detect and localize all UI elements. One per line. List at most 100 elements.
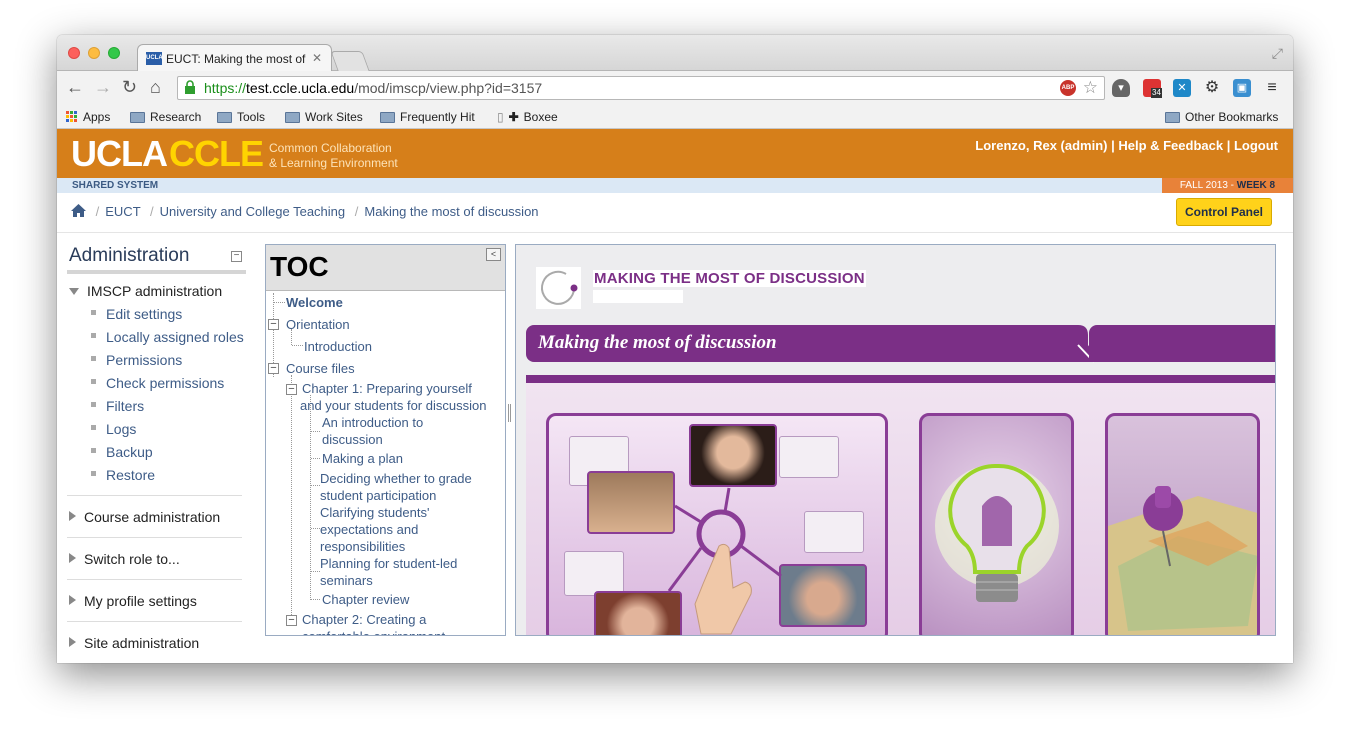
- adblock-icon[interactable]: ABP: [1060, 80, 1076, 96]
- collapsed-arrow-icon: [69, 637, 76, 647]
- admin-locally-assigned-roles[interactable]: Locally assigned roles: [91, 329, 244, 345]
- term-badge: FALL 2013 - WEEK 8: [1162, 178, 1293, 193]
- admin-backup[interactable]: Backup: [91, 444, 153, 460]
- browser-toolbar: ← → ↻ ⌂ https://test.ccle.ucla.edu/mod/i…: [57, 71, 1293, 105]
- bookmark-apps[interactable]: Apps: [66, 110, 110, 124]
- discussion-logo-icon: [536, 267, 581, 309]
- folder-icon: [1165, 111, 1180, 123]
- fullscreen-icon[interactable]: ⤢: [1272, 45, 1283, 62]
- bookmark-tools[interactable]: Tools: [217, 110, 265, 124]
- toc-welcome[interactable]: Welcome: [286, 294, 343, 311]
- folder-icon: [130, 111, 145, 123]
- lightbulb-illustration: [919, 413, 1074, 635]
- site-administration-node[interactable]: Site administration: [69, 635, 199, 651]
- bookmark-other[interactable]: Other Bookmarks: [1165, 110, 1278, 124]
- divider: [57, 232, 1293, 233]
- map-pin-illustration: [1105, 413, 1260, 635]
- divider: [67, 537, 242, 538]
- screenshot-extension-icon[interactable]: ▣: [1233, 79, 1251, 97]
- toc-course-files[interactable]: Course files: [286, 360, 355, 377]
- collapse-block-icon[interactable]: −: [231, 251, 242, 262]
- browser-tab[interactable]: UCLA EUCT: Making the most of ✕: [137, 44, 332, 72]
- toc-chapter-1[interactable]: Chapter 1: Preparing yourself and your st…: [300, 380, 486, 414]
- admin-check-permissions[interactable]: Check permissions: [91, 375, 224, 391]
- divider: [67, 495, 242, 496]
- toc-item-making-a-plan[interactable]: Making a plan: [322, 450, 403, 467]
- module-header: MAKING THE MOST OF DISCUSSION: [593, 270, 866, 287]
- banner-title: Making the most of discussion: [538, 332, 777, 353]
- new-tab-button[interactable]: [330, 51, 370, 71]
- back-button[interactable]: ←: [66, 77, 84, 98]
- divider: [67, 621, 242, 622]
- home-button[interactable]: ⌂: [150, 77, 161, 98]
- collapse-node-icon[interactable]: −: [286, 384, 297, 395]
- toc-title: TOC: [270, 251, 329, 282]
- extension-badge-icon[interactable]: 34: [1143, 79, 1162, 98]
- collapse-node-icon[interactable]: −: [286, 615, 297, 626]
- collapse-node-icon[interactable]: −: [268, 319, 279, 330]
- toc-item-planning-seminars[interactable]: Planning for student-led seminars: [320, 555, 457, 589]
- admin-filters[interactable]: Filters: [91, 398, 144, 414]
- toc-item-deciding-grade[interactable]: Deciding whether to grade student partici…: [320, 470, 472, 504]
- toc-item-chapter-review[interactable]: Chapter review: [322, 591, 409, 608]
- bookmark-work-sites[interactable]: Work Sites: [285, 110, 363, 124]
- gear-icon[interactable]: ⚙: [1203, 79, 1221, 97]
- purple-stripe: [526, 375, 1275, 383]
- address-bar[interactable]: https://test.ccle.ucla.edu/mod/imscp/vie…: [177, 76, 1105, 100]
- panel-resize-handle[interactable]: [508, 404, 511, 422]
- control-panel-button[interactable]: Control Panel: [1176, 198, 1272, 226]
- bookmark-frequently-hit[interactable]: Frequently Hit: [380, 110, 475, 124]
- toc-chapter-2[interactable]: Chapter 2: Creating acomfortable environ…: [302, 611, 445, 635]
- admin-permissions[interactable]: Permissions: [91, 352, 182, 368]
- user-links[interactable]: Lorenzo, Rex (admin) | Help & Feedback |…: [975, 138, 1278, 153]
- minimize-window-button[interactable]: [88, 47, 100, 59]
- imscp-administration-node[interactable]: IMSCP administration: [69, 283, 222, 299]
- header-underbar: [593, 290, 683, 303]
- breadcrumb: / EUCT / University and College Teaching /…: [71, 204, 539, 219]
- breadcrumb-course[interactable]: University and College Teaching: [160, 204, 345, 219]
- tab-close-icon[interactable]: ✕: [312, 51, 322, 65]
- folder-icon: [217, 111, 232, 123]
- logo-ccle[interactable]: CCLE: [169, 133, 264, 175]
- tab-strip: UCLA EUCT: Making the most of ✕ ⤢: [57, 35, 1293, 72]
- zoom-window-button[interactable]: [108, 47, 120, 59]
- bookmark-star-icon[interactable]: ☆: [1083, 78, 1098, 98]
- divider: [67, 270, 246, 274]
- page-icon: ▯: [497, 110, 504, 124]
- course-administration-node[interactable]: Course administration: [69, 509, 220, 525]
- lightbulb-icon: [935, 463, 1059, 602]
- breadcrumb-euct[interactable]: EUCT: [105, 204, 140, 219]
- administration-title: Administration: [69, 245, 190, 266]
- breadcrumb-page[interactable]: Making the most of discussion: [364, 204, 538, 219]
- title-banner: Making the most of discussion: [526, 325, 1078, 362]
- admin-edit-settings[interactable]: Edit settings: [91, 306, 182, 322]
- toc-introduction[interactable]: Introduction: [304, 338, 372, 355]
- toc-item-introduction-to-discussion[interactable]: An introduction to discussion: [322, 414, 423, 448]
- ucla-favicon-icon: UCLA: [146, 52, 163, 65]
- map-pin-icon: [1108, 486, 1257, 635]
- folder-icon: [380, 111, 395, 123]
- collapse-toc-icon[interactable]: <: [486, 248, 501, 261]
- admin-logs[interactable]: Logs: [91, 421, 136, 437]
- switch-role-node[interactable]: Switch role to...: [69, 551, 180, 567]
- web-page: UCLA CCLE Common Collaboration & Learning…: [57, 129, 1293, 663]
- secondary-banner: [1089, 325, 1275, 362]
- logo-ucla[interactable]: UCLA: [71, 133, 168, 175]
- toc-orientation[interactable]: Orientation: [286, 316, 350, 333]
- admin-restore[interactable]: Restore: [91, 467, 155, 483]
- close-window-button[interactable]: [68, 47, 80, 59]
- divider: [67, 579, 242, 580]
- forward-button[interactable]: →: [94, 77, 112, 98]
- my-profile-settings-node[interactable]: My profile settings: [69, 593, 197, 609]
- home-icon[interactable]: [71, 204, 86, 217]
- menu-icon[interactable]: ≡: [1263, 79, 1281, 97]
- pocket-icon[interactable]: ▾: [1112, 79, 1130, 97]
- bookmark-boxee[interactable]: ▯ ✚ Boxee: [497, 110, 558, 124]
- bookmark-research[interactable]: Research: [130, 110, 201, 124]
- site-header: UCLA CCLE Common Collaboration & Learning…: [57, 129, 1293, 178]
- extension-x-icon[interactable]: ✕: [1173, 79, 1191, 97]
- collapsed-arrow-icon: [69, 595, 76, 605]
- reload-button[interactable]: ↻: [122, 77, 137, 98]
- toc-item-clarifying-expectations[interactable]: Clarifying students' expectations and resp…: [320, 504, 429, 555]
- collapse-node-icon[interactable]: −: [268, 363, 279, 374]
